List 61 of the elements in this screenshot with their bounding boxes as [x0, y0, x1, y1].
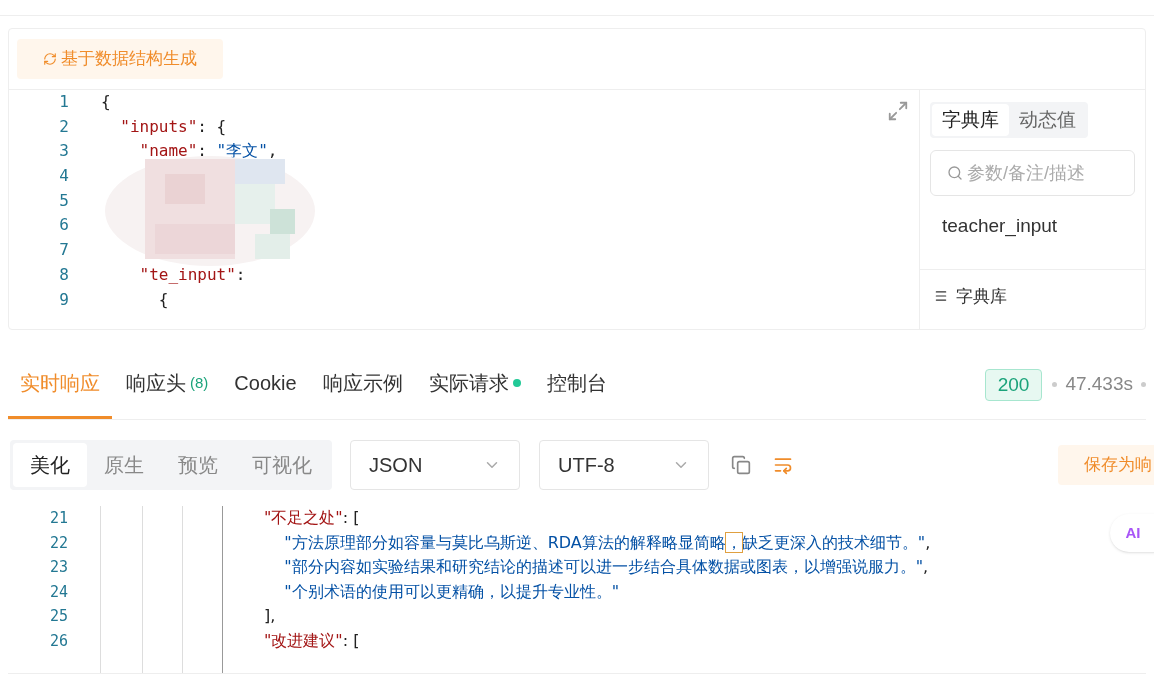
refresh-icon	[43, 52, 57, 66]
copy-icon[interactable]	[731, 455, 751, 475]
line-number: 1	[58, 91, 70, 113]
line-number: 9	[58, 288, 70, 311]
panel-tab[interactable]: 动态值	[1009, 104, 1086, 136]
json-string: "部分内容如实验结果和研究结论的描述可以进一步结合具体数据或图表，以增强说服力。"	[283, 557, 924, 576]
response-tab[interactable]: 实际请求	[416, 350, 533, 419]
json-punctuation: :	[197, 141, 208, 161]
json-string: "李文"	[216, 141, 268, 161]
json-punctuation: : [	[342, 508, 360, 527]
json-string: "个别术语的使用可以更精确，以提升专业性。"	[283, 581, 620, 601]
line-number: 23	[48, 557, 69, 578]
json-punctuation: :	[235, 264, 246, 284]
json-punctuation: : [	[342, 630, 360, 650]
json-punctuation: ,	[925, 532, 931, 552]
json-key: "不足之处"	[264, 508, 343, 527]
line-number: 26	[48, 630, 69, 652]
line-number: 4	[58, 165, 70, 188]
line-number: 21	[48, 508, 69, 529]
json-key: "改进建议"	[264, 630, 343, 650]
view-tab[interactable]: 美化	[13, 443, 87, 487]
panel-tab[interactable]: 字典库	[932, 104, 1009, 136]
response-tab[interactable]: 响应示例	[310, 350, 415, 419]
json-punctuation: ,	[267, 141, 278, 161]
json-punctuation: ],	[264, 606, 276, 625]
format-select[interactable]: JSON	[350, 440, 520, 490]
line-number: 7	[58, 239, 70, 262]
line-number: 3	[58, 140, 70, 163]
json-punctuation: {	[101, 92, 111, 111]
search-icon	[947, 165, 963, 181]
response-tab[interactable]: 控制台	[534, 350, 619, 419]
encoding-select[interactable]: UTF-8	[539, 440, 709, 490]
json-key: "te_input"	[101, 264, 236, 284]
line-number: 6	[58, 214, 70, 237]
ai-badge[interactable]: AI	[1110, 514, 1154, 552]
line-number: 8	[58, 263, 70, 286]
response-tab[interactable]: Cookie	[222, 350, 309, 419]
status-code: 200	[984, 368, 1043, 401]
cursor-char: ，	[725, 532, 742, 552]
json-punctuation: ,	[923, 557, 929, 576]
json-key: "name"	[101, 141, 198, 161]
section-label: 字典库	[956, 285, 1007, 308]
dictionary-item[interactable]: teacher_input	[930, 212, 1135, 269]
expand-icon[interactable]	[887, 100, 909, 122]
json-key: "inputs"	[101, 116, 198, 136]
line-number: 2	[58, 115, 70, 138]
response-time: 47.433s	[1065, 372, 1133, 397]
line-number: 25	[48, 606, 69, 627]
search-field[interactable]: 参数/备注/描述	[967, 151, 1134, 195]
json-punctuation: : {	[197, 116, 227, 136]
line-number: 24	[48, 581, 69, 603]
json-string: 缺乏更深入的技术细节。"	[741, 532, 926, 552]
menu-icon	[934, 289, 948, 304]
count-label: (8)	[190, 372, 209, 393]
line-number: 22	[48, 532, 69, 554]
json-punctuation: {	[157, 289, 169, 309]
line-number: 5	[58, 189, 70, 212]
response-tab[interactable]: 响应头 (8)	[114, 350, 221, 419]
json-string: "方法原理部分如容量与莫比乌斯逆、RDA算法的解释略显简略	[283, 532, 726, 552]
wrap-icon[interactable]	[773, 455, 793, 475]
search-box[interactable]: 参数/备注/描述	[930, 150, 1135, 196]
